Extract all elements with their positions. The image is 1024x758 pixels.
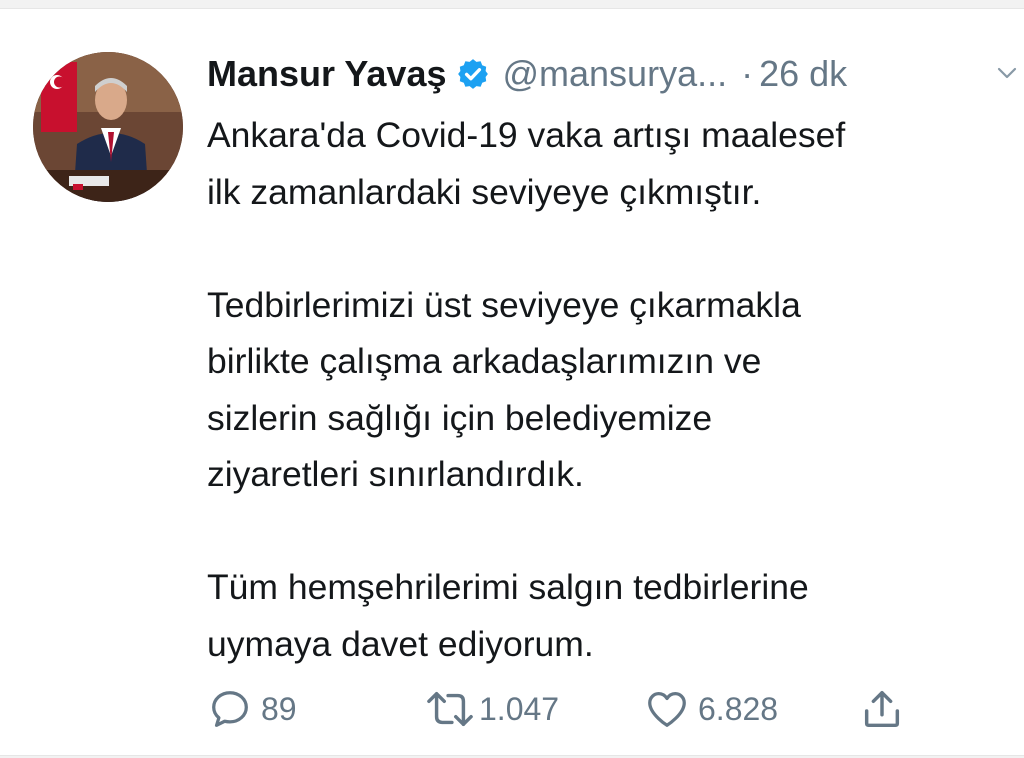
tweet-paragraph: Ankara'da Covid-19 vaka artışı maalesef … xyxy=(207,107,1007,220)
share-button[interactable] xyxy=(859,681,905,737)
tweet-line: ziyaretleri sınırlandırdık. xyxy=(207,454,584,494)
reply-count: 89 xyxy=(261,690,297,727)
retweet-icon xyxy=(427,691,473,727)
share-icon xyxy=(864,690,900,728)
tweet-timestamp[interactable]: 26 dk xyxy=(759,53,847,95)
chevron-down-icon xyxy=(997,67,1017,79)
heart-icon xyxy=(648,692,686,727)
author-handle[interactable]: @mansurya... xyxy=(502,53,727,95)
reply-button[interactable]: 89 xyxy=(207,681,297,737)
author-name[interactable]: Mansur Yavaş xyxy=(207,53,446,95)
tweet-card[interactable]: Mansur Yavaş @mansurya... · 26 dk Ankara… xyxy=(0,8,1024,756)
tweet-paragraph: Tüm hemşehrilerimi salgın tedbirlerine u… xyxy=(207,559,1007,672)
tweet-text: Ankara'da Covid-19 vaka artışı maalesef … xyxy=(207,107,1007,672)
avatar[interactable] xyxy=(33,52,183,202)
tweet-line: uymaya davet ediyorum. xyxy=(207,623,594,664)
tweet-line: Tüm hemşehrilerimi salgın tedbirlerine xyxy=(207,567,809,607)
tweet-actions: 89 1.047 6.828 xyxy=(207,681,1017,737)
tweet-menu-button[interactable] xyxy=(995,61,1019,85)
tweet-line: sizlerin sağlığı için belediyemize xyxy=(207,397,713,438)
tweet-paragraph: Tedbirlerimizi üst seviyeye çıkarmakla b… xyxy=(207,277,1007,503)
tweet-line: Ankara'da Covid-19 vaka artışı maalesef xyxy=(207,115,846,155)
verified-badge-icon xyxy=(456,57,490,91)
reply-icon xyxy=(212,691,248,727)
tweet-line: Tedbirlerimizi üst seviyeye çıkarmakla xyxy=(207,284,801,325)
retweet-count: 1.047 xyxy=(479,690,560,727)
tweet-header: Mansur Yavaş @mansurya... · 26 dk xyxy=(207,49,1022,99)
like-count: 6.828 xyxy=(698,690,779,727)
like-button[interactable]: 6.828 xyxy=(644,681,778,737)
avatar-photo xyxy=(33,52,183,202)
tweet-line: birlikte çalışma arkadaşlarımızın ve xyxy=(207,341,762,381)
retweet-button[interactable]: 1.047 xyxy=(425,681,559,737)
separator-dot: · xyxy=(741,53,754,94)
tweet-line: ilk zamanlardaki seviyeye çıkmıştır. xyxy=(207,171,762,212)
